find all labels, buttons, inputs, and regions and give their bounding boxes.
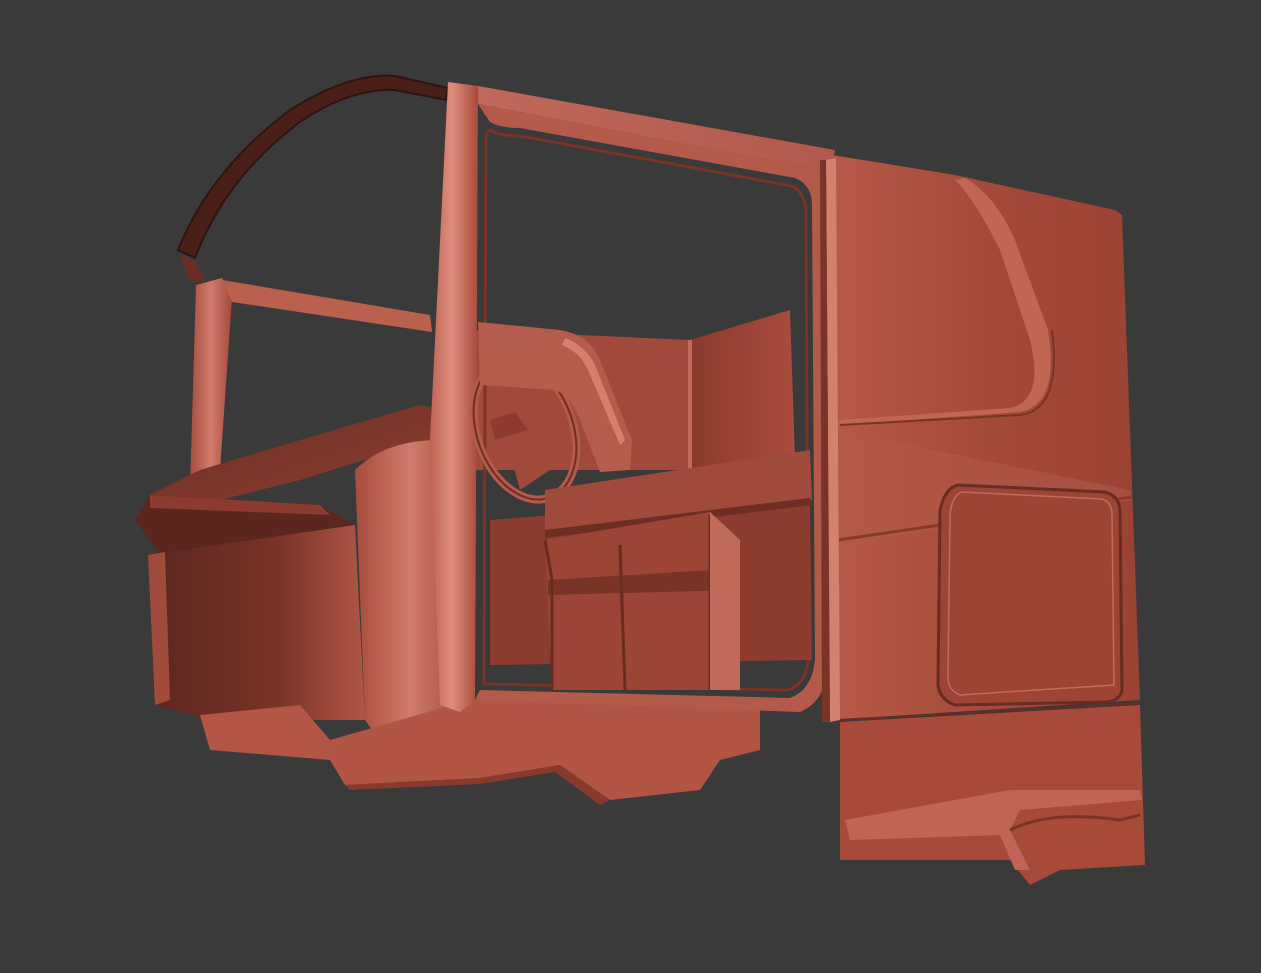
side-storage-hatch (936, 483, 1124, 707)
engine-tunnel-box (543, 512, 740, 691)
truck-cab-model-render (135, 74, 1145, 885)
windshield-frame-upper (176, 74, 450, 282)
door-frame-front-pillar (430, 82, 478, 712)
3d-viewport[interactable] (0, 0, 1261, 973)
lower-rear-skirt (837, 702, 1145, 885)
bottom-steps (200, 700, 760, 805)
front-lower-panel (148, 525, 365, 720)
